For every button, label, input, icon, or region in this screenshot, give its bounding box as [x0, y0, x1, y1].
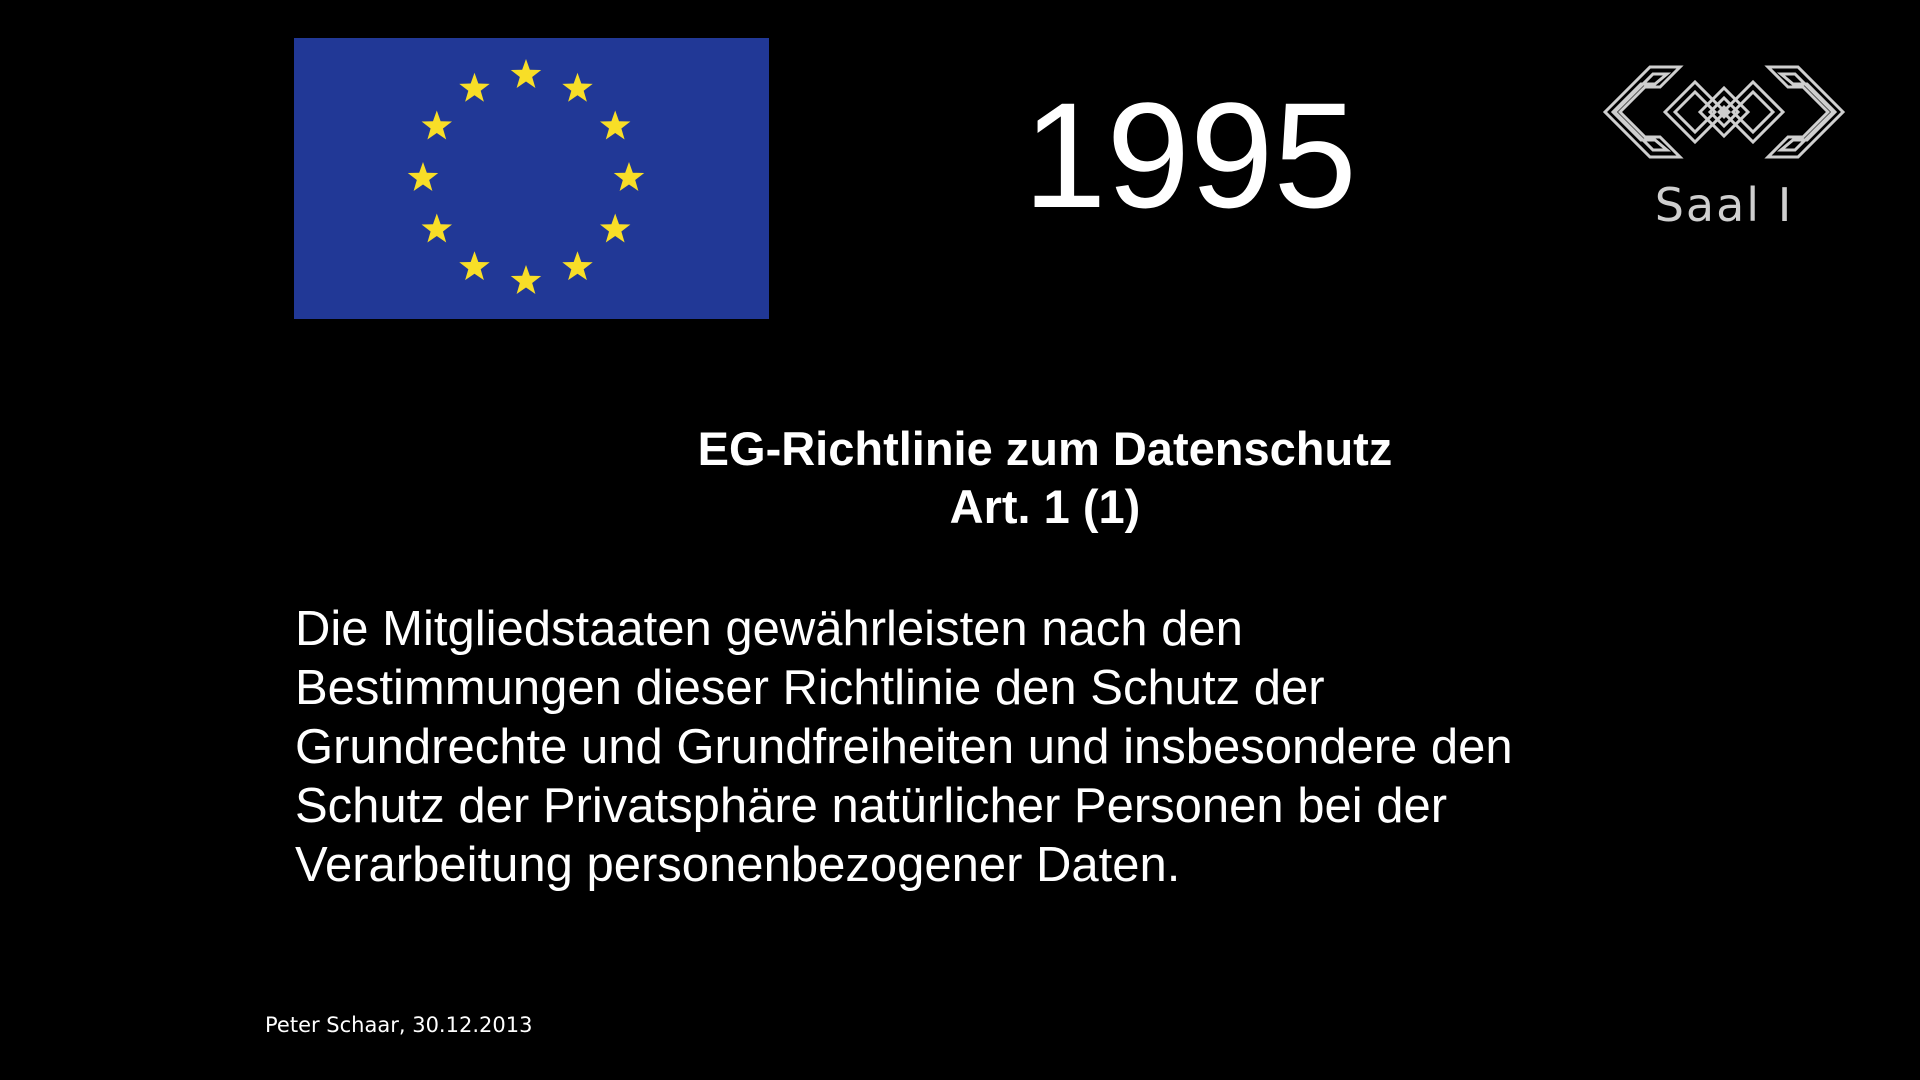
article-text-line: Die Mitgliedstaaten gewährleisten nach d… — [295, 602, 1243, 656]
article-text-line: Schutz der Privatsphäre natürlicher Pers… — [295, 779, 1448, 833]
event-logo: Saal I — [1595, 52, 1853, 242]
heading-title: EG-Richtlinie zum Datenschutz — [697, 422, 1393, 475]
event-logo-icon — [1602, 65, 1846, 159]
article-text-line: Bestimmungen dieser Richtlinie den Schut… — [295, 661, 1325, 715]
article-text-line: Grundrechte und Grundfreiheiten und insb… — [295, 720, 1513, 774]
footer-credit: Peter Schaar, 30.12.2013 — [265, 1013, 533, 1037]
eu-flag-icon — [294, 38, 769, 319]
heading-article: Art. 1 (1) — [949, 480, 1141, 533]
year-title: 1995 — [1023, 71, 1357, 239]
room-label: Saal I — [1654, 178, 1794, 232]
article-text-line: Verarbeitung personenbezogener Daten. — [295, 838, 1181, 892]
slide-heading: EG-Richtlinie zum Datenschutz Art. 1 (1) — [260, 420, 1830, 536]
slide: 1995 Saal I EG-Richtlinie zum Datenschut… — [0, 0, 1920, 1080]
article-text: Die Mitgliedstaaten gewährleisten nach d… — [295, 600, 1775, 895]
